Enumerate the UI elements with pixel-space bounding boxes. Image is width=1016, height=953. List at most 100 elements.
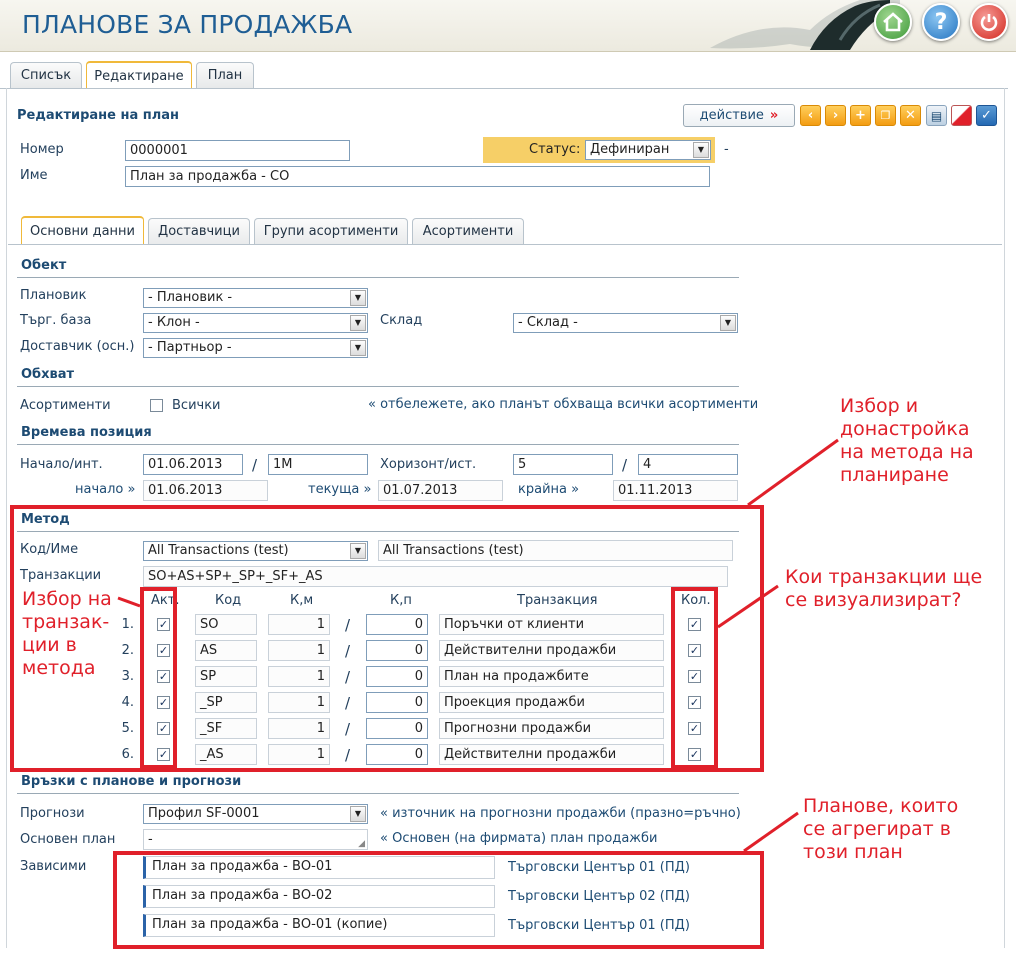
tab-assortments[interactable]: Асортименти — [412, 218, 524, 244]
method-note-line: донастройка — [840, 418, 970, 440]
aggregate-note-line: този план — [803, 841, 903, 863]
next-button[interactable]: › — [825, 105, 846, 126]
end-date-field: 01.11.2013 — [613, 480, 738, 501]
warehouse-value: - Склад - — [518, 315, 578, 330]
warehouse-select[interactable]: - Склад - ▼ — [513, 313, 738, 333]
home-icon — [883, 12, 903, 32]
save-button[interactable]: ✓ — [976, 105, 997, 126]
dependents-highlight-box — [113, 851, 764, 949]
printer-icon: ▤ — [930, 108, 943, 123]
scope-hint: « отбележете, ако планът обхваща всички … — [368, 397, 759, 412]
branch-select[interactable]: - Клон - ▼ — [143, 313, 368, 333]
add-button[interactable]: + — [850, 105, 871, 126]
history-input[interactable]: 4 — [638, 454, 738, 475]
planner-select[interactable]: - Плановик - ▼ — [143, 288, 368, 308]
name-label: Име — [20, 168, 48, 183]
tab-edit[interactable]: Редактиране — [86, 61, 192, 89]
object-header: Обект — [21, 258, 67, 273]
forecasts-label: Прогнози — [20, 806, 85, 821]
method-note: Избор и донастройка на метода на планира… — [840, 395, 974, 487]
chevron-right-icon: › — [832, 108, 839, 123]
base-plan-hint: « Основен (на фирмата) план продажби — [380, 831, 658, 846]
copy-icon: ❐ — [880, 109, 891, 122]
horizon-label: Хоризонт/ист. — [380, 457, 477, 472]
branch-value: - Клон - — [148, 315, 200, 330]
subtab-baseline — [8, 244, 1002, 245]
scope-header: Обхват — [21, 367, 75, 382]
method-highlight-box — [10, 505, 764, 772]
all-label: Всички — [172, 398, 221, 413]
visualize-note-line: се визуализират? — [785, 589, 962, 611]
select-note-line: Избор на — [22, 588, 112, 610]
action-label: действие — [699, 108, 764, 123]
select-note-line: транзак- — [22, 611, 110, 633]
help-button[interactable]: ? — [922, 3, 960, 41]
aggregate-note: Планове, които се агрегират в този план — [803, 795, 958, 864]
delete-button[interactable]: ✕ — [900, 105, 921, 126]
act-column-highlight-box — [140, 587, 177, 769]
supplier-label: Доставчик (осн.) — [20, 339, 135, 354]
method-note-line: Избор и — [840, 395, 919, 417]
tab-plan[interactable]: План — [196, 62, 254, 88]
method-note-line: планиране — [840, 464, 949, 486]
base-plan-input[interactable]: - ◢ — [143, 829, 368, 850]
status-value: Дефиниран — [590, 142, 670, 157]
visualize-note-line: Кои транзакции ще — [785, 566, 983, 588]
action-arrow-icon: » — [769, 108, 779, 123]
assortments-label: Асортименти — [20, 398, 111, 413]
planner-value: - Плановик - — [148, 290, 233, 305]
number-input[interactable]: 0000001 — [125, 140, 350, 161]
time-divider — [17, 444, 739, 445]
start-date-input[interactable]: 01.06.2013 — [143, 454, 243, 475]
tab-list[interactable]: Списък — [10, 62, 82, 88]
current-label: текуща » — [308, 482, 372, 497]
links-divider — [17, 793, 739, 794]
bird-logo-icon — [710, 0, 900, 50]
plus-icon: + — [855, 108, 866, 123]
status-dash: - — [724, 142, 729, 157]
tab-assortment-groups[interactable]: Групи асортименти — [254, 218, 408, 244]
tab-basic-data[interactable]: Основни данни — [21, 216, 144, 245]
supplier-value: - Партньор - — [148, 340, 232, 355]
horizon-input[interactable]: 5 — [513, 454, 613, 475]
action-button[interactable]: действие » — [683, 104, 795, 127]
chevron-down-icon: ▼ — [350, 290, 366, 306]
chevron-down-icon: ▼ — [350, 340, 366, 356]
chevron-left-icon: ‹ — [807, 108, 814, 123]
copy-button[interactable]: ❐ — [875, 105, 896, 126]
warehouse-label: Склад — [380, 313, 423, 328]
power-icon — [980, 14, 998, 31]
kol-column-highlight-box — [671, 587, 718, 769]
prev-button[interactable]: ‹ — [800, 105, 821, 126]
print-button[interactable]: ▤ — [926, 105, 947, 126]
chevron-down-icon: ▼ — [350, 315, 366, 331]
help-icon: ? — [934, 9, 948, 35]
links-header: Връзки с планове и прогнози — [21, 774, 242, 789]
chevron-down-icon: ▼ — [693, 142, 709, 158]
number-label: Номер — [20, 142, 64, 157]
planner-label: Плановик — [20, 288, 87, 303]
current-date-field: 01.07.2013 — [378, 480, 503, 501]
start-slash: / — [252, 456, 258, 474]
power-button[interactable] — [970, 3, 1008, 41]
select-note: Избор на транзак- ции в метода — [22, 588, 112, 680]
forecasts-select[interactable]: Профил SF-0001 ▼ — [143, 804, 368, 824]
base-plan-value: - — [148, 832, 153, 847]
supplier-select[interactable]: - Партньор - ▼ — [143, 338, 368, 358]
branch-label: Търг. база — [20, 313, 92, 328]
status-select[interactable]: Дефиниран ▼ — [585, 140, 711, 160]
resize-grip-icon: ◢ — [358, 839, 365, 849]
method-note-line: на метода на — [840, 441, 974, 463]
name-input[interactable]: План за продажба - СО — [125, 166, 710, 187]
chevron-down-icon: ▼ — [350, 806, 366, 822]
cancel-button[interactable] — [951, 105, 972, 126]
all-assortments-checkbox[interactable] — [150, 399, 163, 412]
horizon-slash: / — [622, 456, 628, 474]
tab-suppliers[interactable]: Доставчици — [148, 218, 250, 244]
select-note-line: метода — [22, 657, 96, 679]
close-icon: ✕ — [905, 108, 916, 123]
status-label: Статус: — [529, 142, 581, 157]
interval-input[interactable]: 1M — [268, 454, 368, 475]
home-button[interactable] — [874, 3, 912, 41]
checkmark-icon: ✓ — [981, 108, 992, 123]
